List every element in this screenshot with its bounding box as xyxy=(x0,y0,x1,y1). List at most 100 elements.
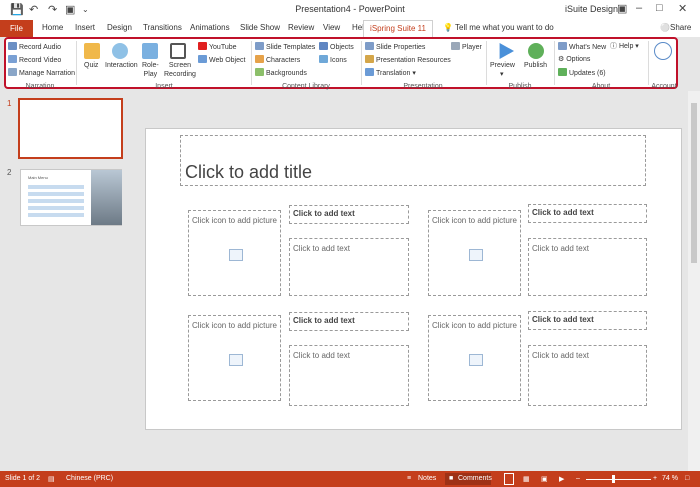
reading-view-icon[interactable]: ▣ xyxy=(541,475,548,483)
record-audio-button[interactable]: Record Audio xyxy=(8,42,61,52)
zoom-slider[interactable] xyxy=(586,479,651,480)
maximize-icon[interactable]: □ xyxy=(656,2,663,14)
web-object-button[interactable]: Web Object xyxy=(198,55,245,65)
picture-placeholder[interactable]: Click icon to add picture xyxy=(428,210,521,296)
tab-transitions[interactable]: Transitions xyxy=(143,23,182,32)
whats-new-icon xyxy=(558,42,567,50)
zoom-level[interactable]: 74 % xyxy=(662,475,678,482)
icons-button[interactable]: Icons xyxy=(319,55,347,65)
scrollbar-thumb[interactable] xyxy=(691,103,697,263)
slideshow-icon[interactable]: ▶ xyxy=(559,475,564,483)
objects-button[interactable]: Objects xyxy=(319,42,354,52)
slide-templates-button[interactable]: Slide Templates xyxy=(255,42,315,52)
notes-button[interactable]: Notes xyxy=(418,475,436,482)
icons-icon xyxy=(319,55,328,63)
quiz-icon[interactable] xyxy=(84,43,100,59)
text-placeholder[interactable]: Click to add text xyxy=(289,238,409,296)
account-icon[interactable] xyxy=(654,42,672,60)
text-placeholder[interactable]: Click to add text xyxy=(289,345,409,406)
zoom-in-icon[interactable]: + xyxy=(653,475,657,482)
presentation-resources-label: Presentation Resources xyxy=(376,57,451,64)
options-button[interactable]: ⚙ Options xyxy=(558,55,590,64)
ribbon-display-icon[interactable]: ▣ xyxy=(617,2,627,15)
slide-properties-button[interactable]: Slide Properties xyxy=(365,42,425,52)
close-icon[interactable]: ✕ xyxy=(678,2,687,15)
publish-label[interactable]: Publish xyxy=(524,61,547,70)
slide-editor[interactable]: Click to add title Click icon to add pic… xyxy=(145,128,682,430)
fit-slide-icon[interactable]: □ xyxy=(685,475,689,482)
tab-design[interactable]: Design xyxy=(107,23,132,32)
record-video-button[interactable]: Record Video xyxy=(8,55,61,65)
tab-animations[interactable]: Animations xyxy=(190,23,230,32)
slide-thumbnail-1[interactable] xyxy=(18,98,123,159)
player-button[interactable]: Player xyxy=(451,42,482,52)
spelling-icon[interactable]: ▤ xyxy=(48,475,55,483)
tell-me-search[interactable]: Tell me what you want to do xyxy=(455,23,554,32)
heading-placeholder[interactable]: Click to add text xyxy=(289,205,409,224)
publish-icon[interactable] xyxy=(528,43,544,59)
heading-placeholder[interactable]: Click to add text xyxy=(528,204,647,223)
user-name[interactable]: iSuite Design xyxy=(565,4,618,14)
title-placeholder[interactable]: Click to add title xyxy=(180,135,646,186)
tab-review[interactable]: Review xyxy=(288,23,314,32)
translation-button[interactable]: Translation ▾ xyxy=(365,68,416,78)
vertical-scrollbar[interactable] xyxy=(688,91,700,471)
translation-icon xyxy=(365,68,374,76)
youtube-button[interactable]: YouTube xyxy=(198,42,237,52)
whats-new-button[interactable]: What's New xyxy=(558,42,606,52)
language-indicator[interactable]: Chinese (PRC) xyxy=(66,475,113,482)
manage-narration-button[interactable]: Manage Narration xyxy=(8,68,75,78)
normal-view-icon[interactable] xyxy=(504,473,514,485)
heading-placeholder[interactable]: Click to add text xyxy=(289,312,409,331)
gear-icon: ⚙ xyxy=(558,56,567,63)
interaction-icon[interactable] xyxy=(112,43,128,59)
picture-icon[interactable] xyxy=(469,354,483,366)
picture-icon[interactable] xyxy=(229,354,243,366)
title-placeholder-text: Click to add title xyxy=(185,162,313,182)
chevron-down-icon[interactable]: ▾ xyxy=(500,70,504,79)
thumbnail-number: 2 xyxy=(7,168,12,177)
tab-insert[interactable]: Insert xyxy=(75,23,95,32)
objects-label: Objects xyxy=(330,44,354,51)
divider xyxy=(486,41,487,85)
tab-ispring-suite[interactable]: iSpring Suite 11 xyxy=(363,20,433,38)
picture-icon[interactable] xyxy=(469,249,483,261)
screen-recording-label[interactable]: Screen Recording xyxy=(164,61,196,79)
characters-button[interactable]: Characters xyxy=(255,55,300,65)
updates-button[interactable]: Updates (6) xyxy=(558,68,606,78)
picture-placeholder[interactable]: Click icon to add picture xyxy=(188,210,281,296)
interaction-label[interactable]: Interaction xyxy=(105,61,138,70)
minimize-icon[interactable]: – xyxy=(636,2,642,14)
quiz-label[interactable]: Quiz xyxy=(84,61,98,70)
player-label: Player xyxy=(462,44,482,51)
heading-placeholder[interactable]: Click to add text xyxy=(528,311,647,330)
comments-button[interactable]: Comments xyxy=(458,475,492,482)
zoom-slider-thumb[interactable] xyxy=(612,475,615,483)
text-placeholder[interactable]: Click to add text xyxy=(528,345,647,406)
role-play-icon[interactable] xyxy=(142,43,158,59)
screen-recording-icon[interactable] xyxy=(170,43,186,59)
role-play-label[interactable]: Role- Play xyxy=(142,61,159,79)
picture-placeholder[interactable]: Click icon to add picture xyxy=(188,315,281,401)
text-placeholder[interactable]: Click to add text xyxy=(528,238,647,296)
picture-placeholder[interactable]: Click icon to add picture xyxy=(428,315,521,401)
share-button[interactable]: Share xyxy=(670,23,691,32)
zoom-out-icon[interactable]: – xyxy=(576,475,580,482)
tab-home[interactable]: Home xyxy=(42,23,63,32)
backgrounds-label: Backgrounds xyxy=(266,70,307,77)
slide-thumbnail-2[interactable]: Main Menu xyxy=(20,169,122,226)
preview-label[interactable]: Preview xyxy=(490,61,515,70)
thumbnail-number: 1 xyxy=(7,99,12,108)
tab-file[interactable]: File xyxy=(0,20,33,37)
share-icon[interactable]: ⚪ xyxy=(660,23,670,32)
tab-slide-show[interactable]: Slide Show xyxy=(240,23,280,32)
help-button[interactable]: ⓘ Help ▾ xyxy=(610,42,639,51)
presentation-resources-button[interactable]: Presentation Resources xyxy=(365,55,451,65)
divider xyxy=(76,41,77,85)
picture-placeholder-text: Click icon to add picture xyxy=(432,216,517,225)
backgrounds-button[interactable]: Backgrounds xyxy=(255,68,307,78)
tab-view[interactable]: View xyxy=(323,23,340,32)
preview-icon[interactable] xyxy=(499,43,514,59)
slide-sorter-icon[interactable]: ▦ xyxy=(523,475,530,483)
picture-icon[interactable] xyxy=(229,249,243,261)
